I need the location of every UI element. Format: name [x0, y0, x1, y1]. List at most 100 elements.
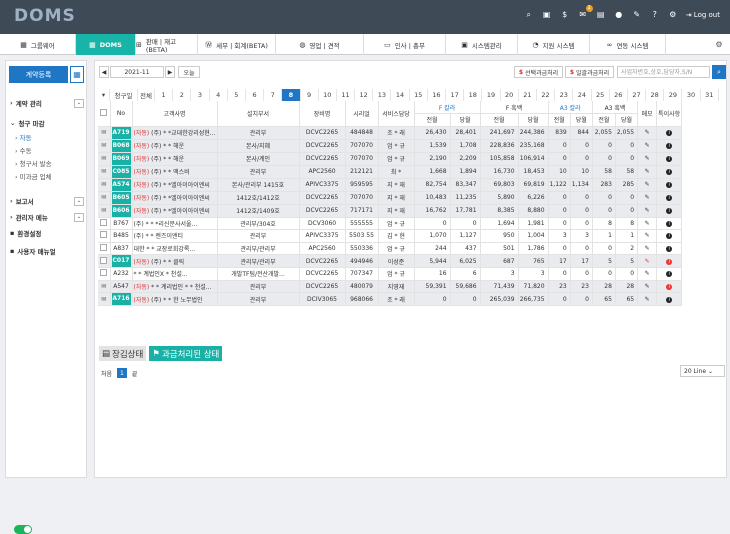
menu-item-4[interactable]: ◍ 영업 | 견적	[276, 34, 364, 55]
logout-link[interactable]: ⇥ Log out	[686, 11, 720, 19]
day-27[interactable]: 27	[628, 89, 647, 101]
sidebar-item-1[interactable]: ⌄ 청구 마감	[6, 117, 88, 129]
day-5[interactable]: 5	[228, 89, 246, 101]
row-select-checkbox[interactable]: ✉	[98, 280, 111, 293]
row-select-checkbox[interactable]	[98, 217, 111, 230]
menu-item-1[interactable]: ▦ DOMS	[76, 34, 136, 55]
chevron-down-icon[interactable]: ⌄	[74, 196, 84, 206]
memo-edit-icon[interactable]: ✎	[645, 142, 650, 149]
table-row[interactable]: C017 (자동) (주) * * 클릭 관리부/관리부 DCVC2265 494946…	[98, 254, 683, 268]
chevron-down-icon[interactable]: ⌄	[74, 212, 84, 222]
prev-month-button[interactable]: ◀	[99, 66, 109, 78]
table-row[interactable]: A232 * * 계법인X * 천설... 개발TF팀/전산개발... DCVC226…	[98, 267, 683, 281]
memo-edit-icon[interactable]: ✎	[645, 181, 650, 188]
table-row[interactable]: ✉ A716 (자동) (주) * * 한 노무법인 관리부 DCIV3065 96806…	[98, 292, 683, 306]
day-8[interactable]: 8	[282, 89, 301, 101]
lock-icon[interactable]: ▤	[596, 10, 606, 20]
edit-icon[interactable]: ✎	[632, 10, 642, 20]
day-10[interactable]: 10	[319, 89, 337, 101]
page-1-link[interactable]: 1	[117, 368, 127, 378]
table-row[interactable]: ✉ A574 (자동) (주) * *엘아이아이엔씨 본사/관리부 1415호 APIV…	[98, 178, 683, 192]
table-row[interactable]: A837 대한 * * 교장로회강록... 관리부/관리부 APC2560 550336…	[98, 242, 683, 255]
day-all[interactable]: 전체	[138, 89, 155, 101]
menu-item-7[interactable]: ◔ 지원 시스템	[518, 34, 590, 55]
info-icon[interactable]: i	[666, 245, 673, 252]
sidebar-item-0[interactable]: › 계약 관리 ⌄	[6, 97, 88, 109]
sidebar-item-4[interactable]: › 청구서 발송	[15, 158, 52, 168]
first-page-link[interactable]: 처음	[99, 368, 114, 378]
day-12[interactable]: 12	[355, 89, 374, 101]
memo-cell[interactable]: ✎	[637, 242, 658, 255]
memo-edit-icon[interactable]: ✎	[645, 296, 650, 303]
day-25[interactable]: 25	[592, 89, 610, 101]
memo-cell[interactable]: ✎	[637, 204, 658, 218]
day-18[interactable]: 18	[464, 89, 483, 101]
selected-billing-button[interactable]: $ 선택과금처리	[514, 66, 563, 78]
help-icon[interactable]: ?	[650, 10, 660, 20]
row-select-checkbox[interactable]: ✉	[98, 191, 111, 205]
info-icon[interactable]: i	[666, 258, 673, 265]
day-14[interactable]: 14	[391, 89, 410, 101]
row-select-checkbox[interactable]: ✉	[98, 165, 111, 179]
memo-edit-icon[interactable]: ✎	[645, 129, 650, 136]
memo-edit-icon[interactable]: ✎	[645, 155, 650, 162]
row-checkbox[interactable]	[100, 218, 108, 226]
search-input[interactable]: 사업자번호,상호,담당자,S/N	[617, 66, 710, 78]
day-29[interactable]: 29	[664, 89, 683, 101]
day-19[interactable]: 19	[482, 89, 501, 101]
memo-cell[interactable]: ✎	[637, 139, 658, 153]
menu-item-2[interactable]: ⊞ 판매 | 재고(BETA)	[136, 34, 198, 55]
day-11[interactable]: 11	[337, 89, 356, 101]
menu-item-3[interactable]: Ⓦ 세무 | 회계(BETA)	[198, 34, 276, 55]
day-2[interactable]: 2	[173, 89, 192, 101]
row-select-checkbox[interactable]	[98, 267, 111, 281]
table-row[interactable]: ✉ C085 (자동) (주) * * 액스비 관리부 APC2560 212121 최 *…	[98, 165, 683, 179]
bulk-billing-button[interactable]: $ 일괄과금처리	[565, 66, 614, 78]
menu-item-8[interactable]: ∞ 연동 시스템	[590, 34, 666, 55]
day-20[interactable]: 20	[501, 89, 519, 101]
memo-edit-icon[interactable]: ✎	[645, 194, 650, 201]
row-select-checkbox[interactable]: ✉	[98, 126, 111, 140]
register-contract-button[interactable]: 계약등록	[9, 66, 68, 83]
month-input[interactable]: 2021-11	[110, 66, 164, 78]
row-checkbox[interactable]	[100, 243, 108, 251]
row-select-checkbox[interactable]	[98, 242, 111, 255]
memo-cell[interactable]: ✎	[637, 165, 658, 179]
menu-item-6[interactable]: ▣ 시스템관리	[446, 34, 518, 55]
memo-edit-icon[interactable]: ✎	[645, 168, 650, 175]
row-select-checkbox[interactable]: ✉	[98, 204, 111, 218]
info-icon[interactable]: i	[666, 156, 673, 162]
memo-cell[interactable]: ✎	[637, 254, 658, 268]
day-17[interactable]: 17	[446, 89, 465, 101]
user-icon[interactable]: ●	[614, 10, 624, 20]
search-icon[interactable]: ⌕	[524, 10, 534, 20]
menu-item-0[interactable]: ▦ 그룹웨어	[0, 34, 76, 55]
memo-cell[interactable]: ✎	[637, 229, 658, 243]
row-select-checkbox[interactable]	[98, 229, 111, 243]
info-icon[interactable]: i	[666, 143, 673, 149]
memo-cell[interactable]: ✎	[637, 280, 658, 293]
collapse-icon[interactable]: ▾	[98, 89, 110, 101]
memo-edit-icon[interactable]: ✎	[645, 232, 650, 239]
day-31[interactable]: 31	[701, 89, 719, 101]
info-icon[interactable]: i	[666, 195, 673, 201]
memo-edit-icon[interactable]: ✎	[645, 207, 650, 214]
day-24[interactable]: 24	[573, 89, 592, 101]
row-select-checkbox[interactable]: ✉	[98, 152, 111, 166]
day-7[interactable]: 7	[264, 89, 283, 101]
info-icon[interactable]: i	[666, 169, 673, 175]
day-21[interactable]: 21	[519, 89, 537, 101]
settings-icon[interactable]: ⚙	[708, 34, 730, 54]
memo-cell[interactable]: ✎	[637, 292, 658, 306]
memo-edit-icon[interactable]: ✎	[645, 270, 650, 277]
today-button[interactable]: 오늘	[178, 66, 200, 78]
day-6[interactable]: 6	[246, 89, 265, 101]
day-28[interactable]: 28	[646, 89, 665, 101]
sidebar-item-2[interactable]: › 자동	[15, 132, 32, 142]
table-row[interactable]: ✉ B606 (자동) (주) * *엘아이아이엔씨 1412호/1409호 DCVC2…	[98, 204, 683, 218]
table-row[interactable]: ✉ B605 (자동) (주) * *엘아이아이엔씨 1412호/1412호 DCVC2…	[98, 191, 683, 205]
memo-edit-icon[interactable]: ✎	[645, 245, 650, 252]
row-select-checkbox[interactable]: ✉	[98, 139, 111, 153]
sidebar-item-5[interactable]: › 미과금 업체	[15, 171, 52, 181]
row-select-checkbox[interactable]: ✉	[98, 292, 111, 306]
